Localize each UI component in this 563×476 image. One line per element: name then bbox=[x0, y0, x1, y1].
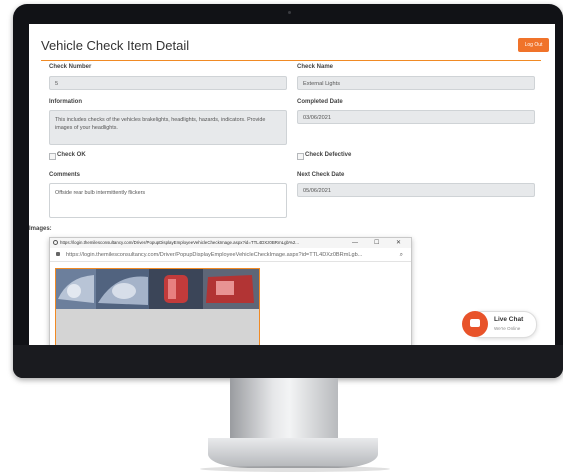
popup-titlebar: https://login.themilesconsultancy.com/Dr… bbox=[50, 238, 411, 248]
popup-title: https://login.themilesconsultancy.com/Dr… bbox=[60, 240, 299, 245]
information-label: Information bbox=[49, 99, 82, 105]
zoom-icon[interactable]: ⌕ bbox=[400, 249, 403, 261]
check-ok-label: Check OK bbox=[57, 152, 86, 158]
minimize-button[interactable]: — bbox=[352, 238, 358, 248]
check-name-label: Check Name bbox=[297, 64, 334, 70]
page-header: Vehicle Check Item Detail Log Out bbox=[41, 36, 549, 61]
popup-addressbar: https://login.themilesconsultancy.com/Dr… bbox=[50, 249, 411, 262]
vehicle-image[interactable] bbox=[55, 268, 260, 345]
check-ok-checkbox[interactable] bbox=[49, 153, 56, 160]
check-defective-label: Check Defective bbox=[305, 152, 352, 158]
camera-dot bbox=[288, 11, 291, 14]
check-defective-checkbox[interactable] bbox=[297, 153, 304, 160]
browser-icon bbox=[53, 240, 58, 245]
check-number-label: Check Number bbox=[49, 64, 92, 70]
maximize-button[interactable]: ☐ bbox=[374, 238, 379, 248]
completed-date-label: Completed Date bbox=[297, 99, 343, 105]
headlight-photos bbox=[56, 269, 259, 309]
monitor-base bbox=[208, 438, 378, 468]
base-shadow bbox=[200, 466, 390, 472]
check-name-field[interactable]: External Lights bbox=[297, 76, 535, 90]
logout-button[interactable]: Log Out bbox=[518, 38, 549, 52]
next-check-date-field[interactable]: 05/06/2021 bbox=[297, 183, 535, 197]
photo-strip bbox=[56, 269, 259, 309]
chat-icon[interactable] bbox=[462, 311, 488, 337]
monitor-stand bbox=[230, 378, 338, 440]
images-label: Images: bbox=[29, 226, 52, 232]
live-chat-status: We're Online bbox=[494, 326, 521, 331]
image-popup-window: https://login.themilesconsultancy.com/Dr… bbox=[49, 237, 412, 345]
popup-url[interactable]: https://login.themilesconsultancy.com/Dr… bbox=[66, 249, 362, 261]
check-number-field[interactable]: 5 bbox=[49, 76, 287, 90]
comments-textarea[interactable]: Offside rear bulb intermittently flicker… bbox=[49, 183, 287, 218]
comments-label: Comments bbox=[49, 172, 81, 178]
screen: Vehicle Check Item Detail Log Out Check … bbox=[29, 24, 555, 345]
next-check-date-label: Next Check Date bbox=[297, 172, 345, 178]
page-title: Vehicle Check Item Detail bbox=[41, 38, 190, 53]
completed-date-field[interactable]: 03/06/2021 bbox=[297, 110, 535, 124]
lock-icon bbox=[56, 252, 60, 256]
live-chat-title: Live Chat bbox=[494, 316, 524, 323]
close-button[interactable]: ✕ bbox=[396, 238, 401, 248]
monitor-chin bbox=[13, 345, 563, 378]
live-chat-widget[interactable]: Live Chat We're Online bbox=[462, 311, 537, 338]
information-textarea[interactable]: This includes checks of the vehicles bra… bbox=[49, 110, 287, 145]
